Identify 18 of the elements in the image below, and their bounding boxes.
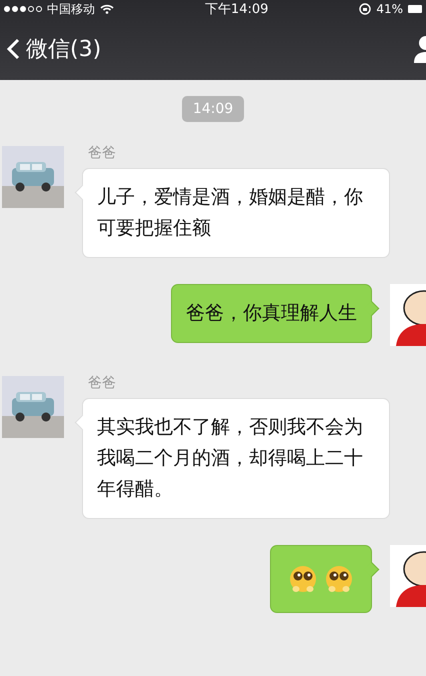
message-bubble: 其实我也不了解，否则我不会为我喝二个月的酒，却得喝上二十年得醋。 <box>82 398 390 519</box>
message-bubble: 爸爸，你真理解人生 <box>171 284 372 343</box>
sender-name: 爸爸 <box>88 144 117 162</box>
signal-icon <box>4 6 42 12</box>
emoji-icon <box>288 564 318 594</box>
carrier-name: 中国移动 <box>47 0 95 18</box>
back-icon <box>6 38 20 60</box>
timestamp: 14:09 <box>182 96 244 122</box>
sender-name: 爸爸 <box>88 374 117 392</box>
rotation-lock-icon <box>359 3 372 15</box>
battery-icon <box>408 5 422 13</box>
person-icon[interactable] <box>414 35 426 63</box>
message-bubble: 儿子，爱情是酒，婚姻是醋，你可要把握住额 <box>82 168 390 258</box>
status-time: 下午14:09 <box>204 1 268 18</box>
emoji-icon <box>324 564 354 594</box>
battery-percent: 41% <box>376 2 403 16</box>
wifi-icon <box>100 4 114 14</box>
back-button[interactable]: 微信(3) <box>0 34 102 64</box>
